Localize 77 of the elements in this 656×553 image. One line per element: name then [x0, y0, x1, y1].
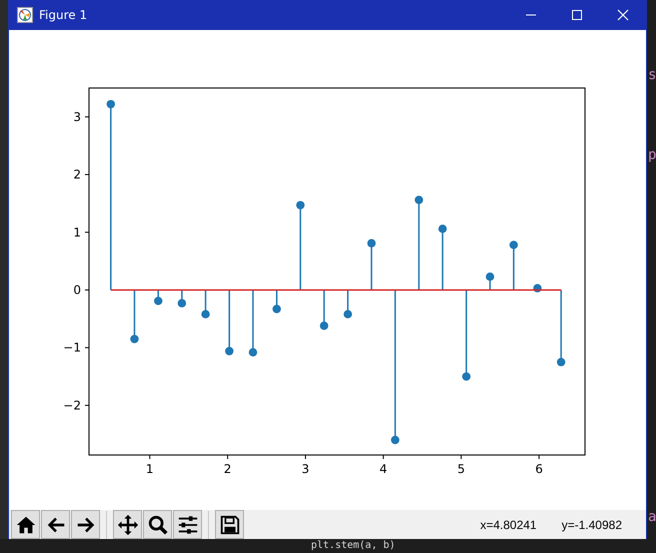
save-button[interactable]: [215, 510, 244, 539]
window-title: Figure 1: [39, 8, 88, 22]
forward-button[interactable]: [71, 510, 100, 539]
point: [225, 346, 234, 356]
point: [178, 299, 186, 308]
point: [367, 239, 376, 248]
x-coordinate-readout: x=4.80241: [480, 518, 537, 532]
x-tick-label: 3: [302, 462, 310, 476]
close-icon: [617, 9, 629, 21]
point: [414, 196, 424, 204]
tick-mark: [84, 289, 90, 290]
move-icon: [116, 514, 138, 536]
tick-mark: [227, 454, 228, 460]
stem: [367, 239, 376, 290]
tick-mark: [84, 404, 90, 406]
stem: [344, 290, 352, 318]
stem: [130, 290, 139, 344]
maximize-icon: [571, 9, 583, 21]
point: [130, 334, 139, 344]
point: [106, 100, 115, 108]
point: [344, 310, 352, 318]
point: [509, 240, 518, 250]
configure-button[interactable]: [173, 510, 202, 539]
stem: [272, 290, 281, 314]
code-fragment: a: [648, 508, 656, 526]
stem: [438, 224, 447, 290]
point: [486, 272, 494, 281]
stem: [533, 284, 542, 292]
tick-mark: [84, 116, 90, 118]
y-tick-label: 0: [73, 282, 81, 297]
point: [201, 310, 210, 318]
stem: [486, 272, 494, 290]
tick-mark: [149, 454, 150, 460]
point: [272, 304, 281, 314]
stem: [201, 290, 210, 318]
tick-mark: [84, 174, 90, 176]
pan-button[interactable]: [113, 510, 142, 539]
tick-mark: [304, 454, 306, 460]
x-tick-label: 1: [146, 462, 154, 476]
zoom-button[interactable]: [143, 510, 172, 539]
y-tick-label: 2: [73, 168, 81, 182]
y-tick-label: −1: [63, 340, 81, 355]
sliders-icon: [176, 514, 198, 536]
stem: [320, 290, 328, 330]
point: [320, 322, 328, 330]
home-button[interactable]: [11, 510, 40, 539]
code-line: plt.stem(a, b): [311, 540, 396, 552]
stem: [225, 290, 234, 356]
point: [556, 358, 566, 366]
y-tick-label: −2: [63, 398, 81, 412]
app-icon: [17, 7, 33, 23]
code-fragment: p: [648, 146, 656, 164]
x-tick-label: 5: [457, 462, 466, 476]
point: [296, 200, 305, 210]
tick-mark: [84, 347, 90, 348]
point: [248, 348, 258, 356]
point: [462, 372, 471, 381]
y-tick-label: 3: [73, 110, 81, 124]
tick-mark: [460, 454, 462, 460]
y-tick-label: 1: [73, 225, 81, 240]
stem: [248, 290, 258, 356]
y-coordinate-readout: y=-1.40982: [562, 518, 622, 532]
stem: [178, 290, 186, 308]
code-fragment: s: [648, 66, 656, 84]
magnifier-icon: [146, 514, 168, 536]
stem: [154, 290, 162, 306]
point: [438, 224, 447, 233]
point: [390, 436, 400, 444]
back-button[interactable]: [41, 510, 70, 539]
x-tick-label: 6: [535, 462, 543, 476]
point: [154, 296, 162, 306]
tick-mark: [538, 454, 540, 460]
x-tick-label: 4: [380, 462, 388, 476]
x-tick-label: 2: [224, 462, 232, 476]
tick-mark: [84, 232, 90, 233]
tick-mark: [382, 454, 384, 460]
stem: [509, 240, 518, 290]
